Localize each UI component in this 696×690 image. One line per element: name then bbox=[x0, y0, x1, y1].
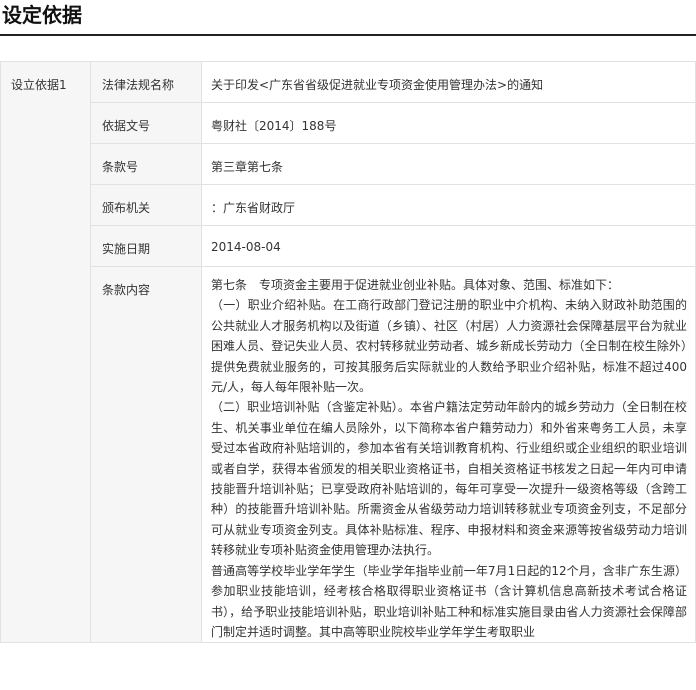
row-label: 颁布机关 bbox=[90, 184, 202, 226]
table-row: 依据文号 粤财社〔2014〕188号 bbox=[1, 102, 696, 144]
row-label: 依据文号 bbox=[90, 102, 202, 144]
row-label: 条款号 bbox=[90, 143, 202, 185]
clause-content: 第七条 专项资金主要用于促进就业创业补贴。具体对象、范围、标准如下： （一）职业… bbox=[201, 265, 696, 644]
content-paragraph: 第七条 专项资金主要用于促进就业创业补贴。具体对象、范围、标准如下： bbox=[211, 278, 620, 292]
table-row: 条款号 第三章第七条 bbox=[1, 143, 696, 185]
table-row: 条款内容 第七条 专项资金主要用于促进就业创业补贴。具体对象、范围、标准如下： … bbox=[1, 265, 696, 644]
law-name-value: 关于印发<广东省省级促进就业专项资金使用管理办法>的通知 bbox=[201, 61, 696, 103]
table-row: 实施日期 2014-08-04 bbox=[1, 225, 696, 267]
basis-table: 设立依据1 法律法规名称 关于印发<广东省省级促进就业专项资金使用管理办法>的通… bbox=[0, 60, 696, 644]
row-label: 条款内容 bbox=[90, 265, 202, 644]
content-paragraph: 普通高等学校毕业学年学生（毕业学年指毕业前一年7月1日起的12个月，含非广东生源… bbox=[211, 563, 687, 639]
basis-label: 设立依据1 bbox=[0, 60, 91, 644]
row-label: 实施日期 bbox=[90, 225, 202, 267]
page-title: 设定依据 bbox=[0, 0, 696, 36]
row-label: 法律法规名称 bbox=[90, 61, 202, 103]
table-row: 设立依据1 法律法规名称 关于印发<广东省省级促进就业专项资金使用管理办法>的通… bbox=[0, 60, 696, 644]
clause-number-value: 第三章第七条 bbox=[201, 143, 696, 185]
content-paragraph: （一）职业介绍补贴。在工商行政部门登记注册的职业中介机构、未纳入财政补助范围的公… bbox=[211, 298, 687, 395]
document-number-value: 粤财社〔2014〕188号 bbox=[201, 102, 696, 144]
content-paragraph: （二）职业培训补贴（含鉴定补贴）。本省户籍法定劳动年龄内的城乡劳动力（全日制在校… bbox=[211, 400, 687, 558]
effective-date-value: 2014-08-04 bbox=[201, 225, 696, 267]
table-row: 颁布机关 ：广东省财政厅 bbox=[1, 184, 696, 226]
issuing-authority-value: ：广东省财政厅 bbox=[201, 184, 696, 226]
